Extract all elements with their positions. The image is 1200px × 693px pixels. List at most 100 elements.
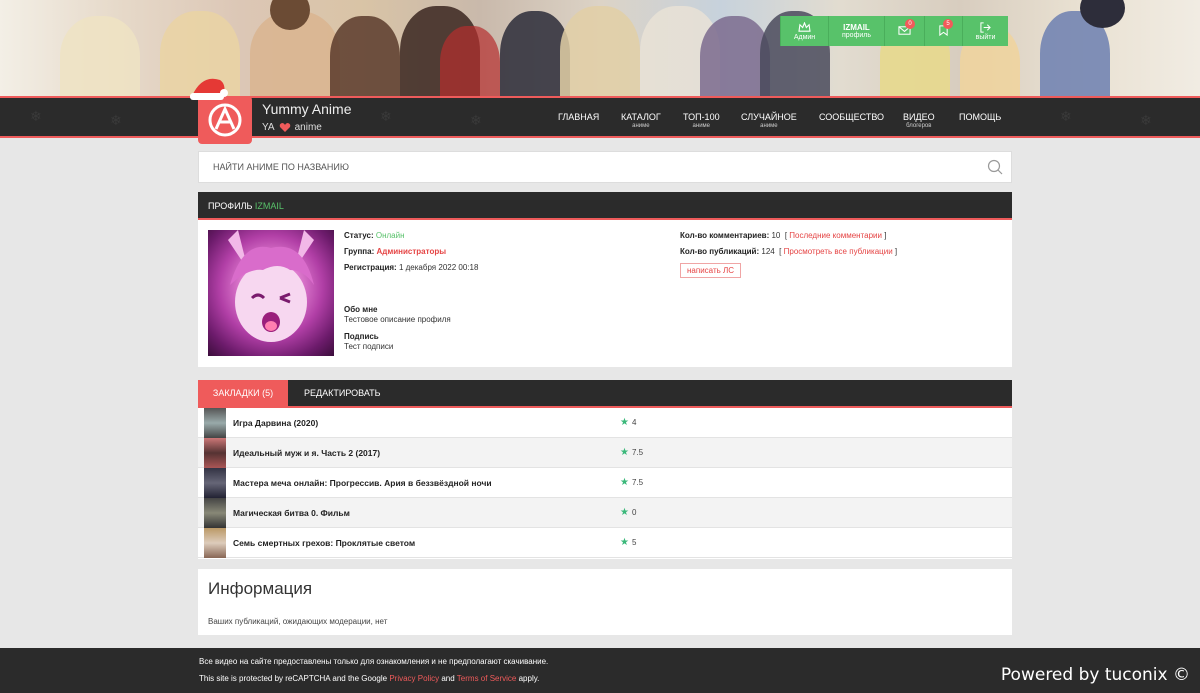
avatar-image <box>228 230 314 342</box>
crown-icon <box>798 21 811 32</box>
bookmarks-badge: 5 <box>943 19 953 29</box>
signature-label: Подпись <box>344 332 379 341</box>
recaptcha-text: This site is protected by reCAPTCHA and … <box>199 674 388 683</box>
user-panel: Админ IZMAIL профиль 0 5 выйти <box>780 16 1008 46</box>
star-icon: ★ <box>620 417 629 428</box>
last-comments-link[interactable]: Последние комментарии <box>789 231 882 240</box>
nav-random[interactable]: СЛУЧАЙНОЕ аниме <box>741 112 797 130</box>
privacy-policy-link[interactable]: Privacy Policy <box>389 674 439 683</box>
nav-label: СЛУЧАЙНОЕ <box>741 112 797 122</box>
nav-video[interactable]: ВИДЕО блогеров <box>903 112 935 130</box>
main-nav: ГЛАВНАЯ КАТАЛОГ аниме ТОП-100 аниме СЛУЧАЙ… <box>0 112 1200 136</box>
rating-value: 5 <box>631 538 637 547</box>
group-label: Группа: <box>344 247 375 256</box>
bookmarks-tabs: ЗАКЛАДКИ (5) РЕДАКТИРОВАТЬ <box>198 380 1012 408</box>
nav-sublabel: аниме <box>632 123 650 129</box>
list-item[interactable]: Мастера меча онлайн: Прогрессив. Ария в … <box>198 467 1012 498</box>
avatar <box>208 230 334 356</box>
list-item[interactable]: Магическая битва 0. Фильм ★ 0 <box>198 497 1012 528</box>
nav-sublabel: аниме <box>692 123 711 129</box>
messages-button[interactable]: 0 <box>884 16 924 46</box>
anime-rating: ★ 7.5 <box>620 447 643 458</box>
nav-home[interactable]: ГЛАВНАЯ <box>558 112 599 122</box>
footer-recaptcha: This site is protected by reCAPTCHA and … <box>199 674 539 683</box>
bookmarks-list: Игра Дарвина (2020) ★ 4 Идеальный муж и я… <box>198 407 1012 559</box>
recaptcha-and: and <box>441 674 455 683</box>
search-icon[interactable] <box>987 159 1003 175</box>
tab-edit[interactable]: РЕДАКТИРОВАТЬ <box>294 380 391 406</box>
info-panel: Информация Ваших публикаций, ожидающих м… <box>198 569 1012 635</box>
header-banner <box>0 0 1200 96</box>
nav-community[interactable]: СООБЩЕСТВО <box>819 112 884 122</box>
list-item[interactable]: Игра Дарвина (2020) ★ 4 <box>198 407 1012 438</box>
anime-title[interactable]: Мастера меча онлайн: Прогрессив. Ария в … <box>233 478 492 488</box>
info-text: Ваших публикаций, ожидающих модерации, н… <box>208 617 388 626</box>
signature-title: Подпись <box>344 332 379 341</box>
nav-label: ТОП-100 <box>683 112 720 122</box>
about-title: Обо мне <box>344 305 378 314</box>
star-icon: ★ <box>620 537 629 548</box>
footer-disclaimer: Все видео на сайте предоставлены только … <box>199 657 549 666</box>
registration-value: 1 декабря 2022 00:18 <box>398 263 479 272</box>
publications-count: 124 <box>761 247 775 256</box>
signature-value: Тест подписи <box>344 342 394 351</box>
rating-value: 0 <box>631 508 637 517</box>
status-row: Статус: Онлайн <box>344 231 405 240</box>
logout-button[interactable]: выйти <box>962 16 1008 46</box>
rating-value: 7.5 <box>631 448 644 457</box>
tab-bookmarks[interactable]: ЗАКЛАДКИ (5) <box>198 380 288 406</box>
profile-title: ПРОФИЛЬ IZMAIL <box>208 201 284 211</box>
list-item[interactable]: Идеальный муж и я. Часть 2 (2017) ★ 7.5 <box>198 437 1012 468</box>
terms-of-service-link[interactable]: Terms of Service <box>457 674 517 683</box>
anime-rating: ★ 4 <box>620 417 636 428</box>
comments-row: Кол-во комментариев: 10 [ Последние комм… <box>680 231 887 240</box>
list-item[interactable]: Семь смертных грехов: Проклятые светом ★… <box>198 527 1012 558</box>
star-icon: ★ <box>620 447 629 458</box>
santa-hat-icon <box>190 78 228 100</box>
admin-button[interactable]: Админ <box>780 16 828 46</box>
profile-username: IZMAIL <box>254 201 284 211</box>
anime-rating: ★ 7.5 <box>620 477 643 488</box>
profile-button[interactable]: IZMAIL профиль <box>828 16 884 46</box>
comments-count: 10 <box>771 231 781 240</box>
profile-header: ПРОФИЛЬ IZMAIL <box>198 192 1012 220</box>
about-label: Обо мне <box>344 305 377 314</box>
nav-sublabel: аниме <box>760 123 778 129</box>
nav-label: КАТАЛОГ <box>621 112 661 122</box>
nav-label: СООБЩЕСТВО <box>819 112 885 122</box>
anime-rating: ★ 0 <box>620 507 636 518</box>
search-input[interactable] <box>199 152 969 182</box>
anime-thumbnail <box>204 497 226 528</box>
username-label: IZMAIL <box>843 23 870 32</box>
bookmarks-button[interactable]: 5 <box>924 16 962 46</box>
nav-catalog[interactable]: КАТАЛОГ аниме <box>621 112 661 130</box>
logout-icon <box>980 21 991 33</box>
anime-title[interactable]: Семь смертных грехов: Проклятые светом <box>233 538 415 548</box>
recaptcha-apply: apply. <box>518 674 540 683</box>
footer: Все видео на сайте предоставлены только … <box>0 648 1200 693</box>
nav-label: ПОМОЩЬ <box>959 112 1002 122</box>
star-icon: ★ <box>620 477 629 488</box>
logout-label: выйти <box>975 33 996 41</box>
admin-label: Админ <box>793 33 816 41</box>
anime-title[interactable]: Магическая битва 0. Фильм <box>233 508 350 518</box>
anime-title[interactable]: Игра Дарвина (2020) <box>233 418 318 428</box>
group-value[interactable]: Администраторы <box>376 247 446 256</box>
comments-label: Кол-во комментариев: <box>680 231 770 240</box>
search-bar <box>198 151 1012 183</box>
anime-thumbnail <box>204 437 226 468</box>
nav-sublabel: блогеров <box>906 123 932 129</box>
registration-label: Регистрация: <box>344 263 397 272</box>
profile-label: профиль <box>842 32 871 39</box>
send-pm-button[interactable]: написать ЛС <box>680 263 742 278</box>
nav-help[interactable]: ПОМОЩЬ <box>959 112 1001 122</box>
about-value: Тестовое описание профиля <box>344 315 451 324</box>
anime-title[interactable]: Идеальный муж и я. Часть 2 (2017) <box>233 448 380 458</box>
registration-row: Регистрация: 1 декабря 2022 00:18 <box>344 263 478 272</box>
all-publications-link[interactable]: Просмотреть все публикации <box>784 247 893 256</box>
publications-row: Кол-во публикаций: 124 [ Просмотреть все… <box>680 247 898 256</box>
star-icon: ★ <box>620 507 629 518</box>
nav-top100[interactable]: ТОП-100 аниме <box>683 112 720 130</box>
anime-rating: ★ 5 <box>620 537 636 548</box>
anime-thumbnail <box>204 527 226 558</box>
